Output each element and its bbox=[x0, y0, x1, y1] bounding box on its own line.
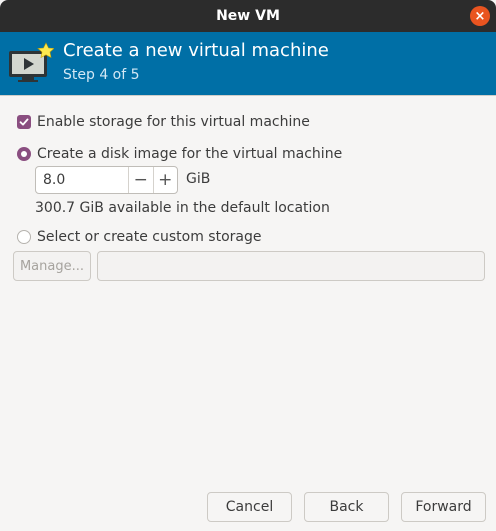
custom-storage-radio[interactable] bbox=[17, 230, 31, 244]
enable-storage-checkbox[interactable] bbox=[17, 115, 31, 129]
back-button[interactable]: Back bbox=[304, 492, 389, 522]
wizard-step: Step 4 of 5 bbox=[63, 67, 140, 83]
available-space-text: 300.7 GiB available in the default locat… bbox=[35, 200, 330, 216]
close-button[interactable]: × bbox=[470, 6, 490, 26]
minus-icon: − bbox=[133, 170, 148, 190]
virtual-machine-new-icon bbox=[9, 42, 54, 82]
disk-image-label: Create a disk image for the virtual mach… bbox=[37, 146, 343, 162]
disk-image-radio[interactable] bbox=[17, 147, 31, 161]
title-bar: New VM × bbox=[0, 0, 496, 32]
enable-storage-label: Enable storage for this virtual machine bbox=[37, 114, 310, 130]
disk-size-input[interactable] bbox=[36, 167, 128, 193]
wizard-header: Create a new virtual machine Step 4 of 5 bbox=[0, 32, 496, 95]
close-icon: × bbox=[474, 8, 486, 24]
custom-storage-label: Select or create custom storage bbox=[37, 229, 262, 245]
increment-button[interactable]: + bbox=[152, 167, 178, 193]
window-title: New VM bbox=[216, 8, 280, 24]
disk-size-unit: GiB bbox=[186, 171, 211, 187]
disk-size-spinner[interactable]: − + bbox=[35, 166, 178, 194]
cancel-button[interactable]: Cancel bbox=[207, 492, 292, 522]
wizard-title: Create a new virtual machine bbox=[63, 40, 329, 61]
custom-storage-path-input[interactable] bbox=[97, 251, 485, 281]
disk-image-option[interactable]: Create a disk image for the virtual mach… bbox=[17, 146, 342, 162]
enable-storage-row[interactable]: Enable storage for this virtual machine bbox=[17, 114, 310, 130]
custom-storage-option[interactable]: Select or create custom storage bbox=[17, 229, 262, 245]
forward-button[interactable]: Forward bbox=[401, 492, 486, 522]
checkmark-icon bbox=[19, 118, 29, 126]
manage-button[interactable]: Manage... bbox=[13, 251, 91, 281]
decrement-button[interactable]: − bbox=[128, 167, 153, 193]
plus-icon: + bbox=[158, 170, 173, 190]
